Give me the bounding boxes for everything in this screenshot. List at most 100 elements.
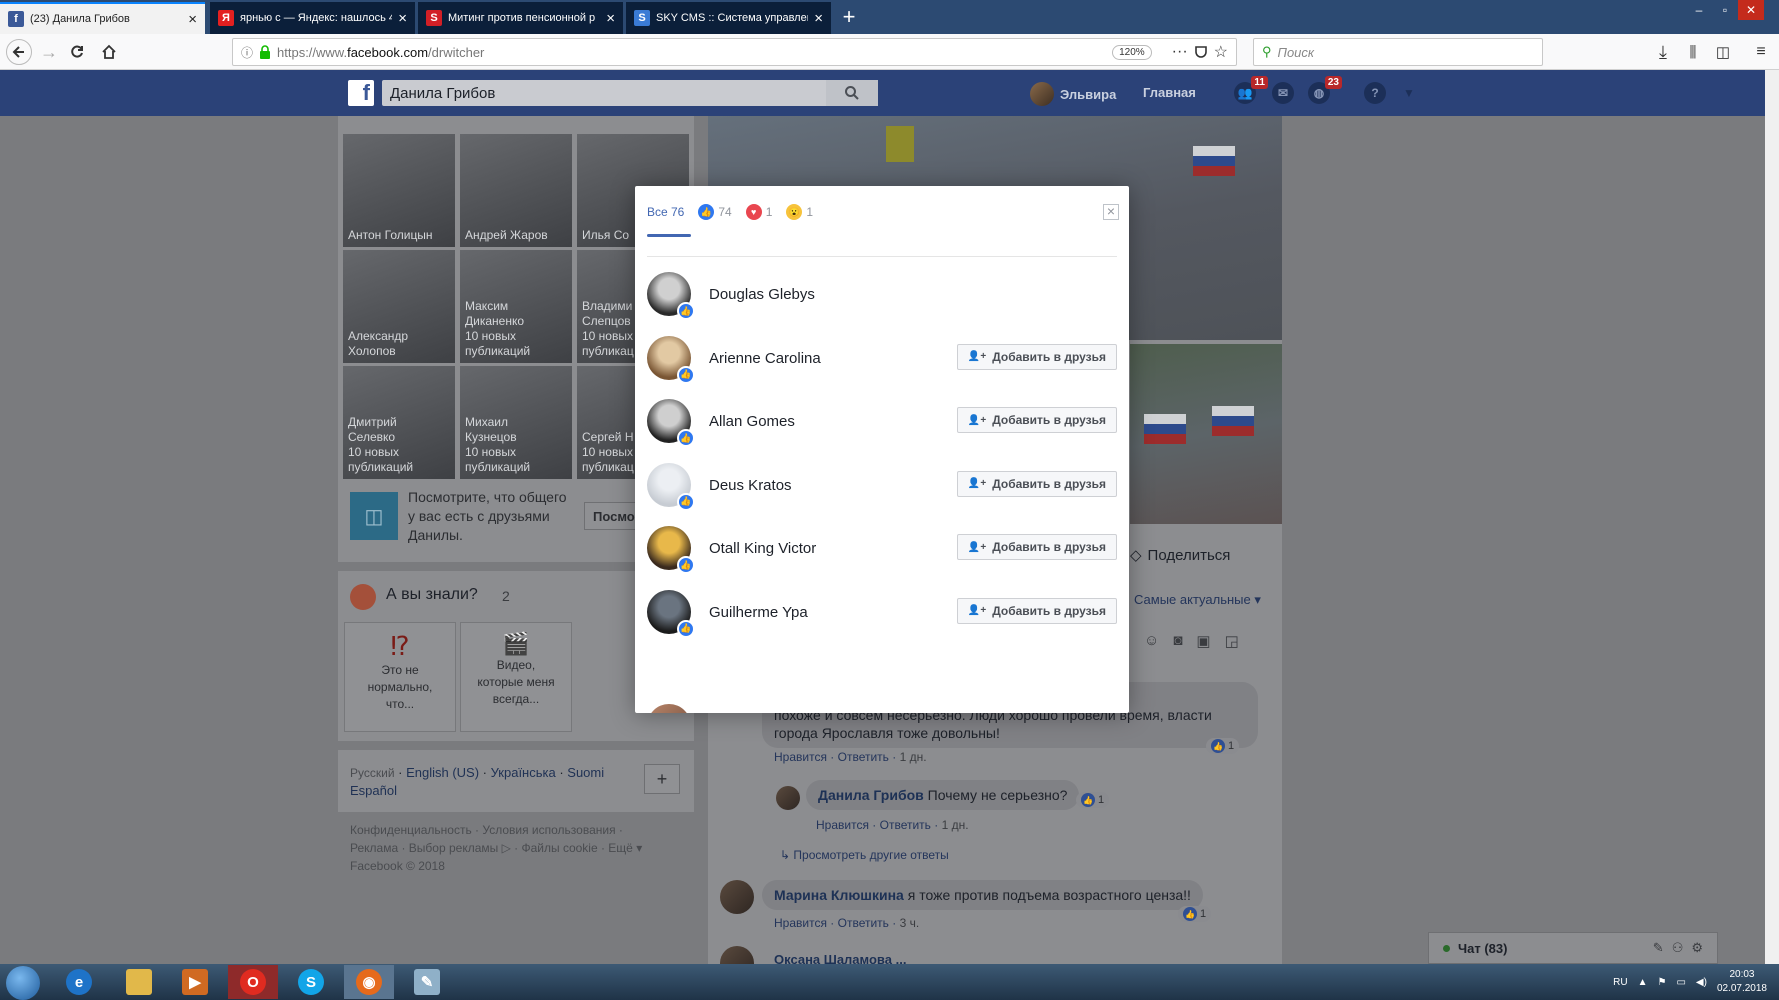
add-friend-button[interactable]: 👤+ Добавить в друзья (956, 407, 1117, 433)
tab-wow-reactions[interactable]: 😮 1 (786, 204, 813, 220)
sidebar-icon[interactable]: ◫ (1710, 39, 1736, 65)
close-tab-icon[interactable]: × (398, 11, 407, 26)
address-bar[interactable]: ⓘ https://www.facebook.com/drwitcher 120… (232, 38, 1237, 66)
reactor-name[interactable]: Douglas Glebys (709, 286, 815, 303)
like-link[interactable]: Нравится (774, 750, 827, 764)
friend-tile[interactable]: Антон Голицын (343, 134, 455, 247)
home-link[interactable]: Главная (1143, 85, 1196, 100)
minimize-icon[interactable]: – (1686, 0, 1712, 20)
close-tab-icon[interactable]: × (814, 11, 823, 26)
facebook-logo-icon[interactable]: f (348, 80, 374, 106)
reactor-name[interactable]: Allan Gomes (709, 413, 795, 430)
sticker-icon[interactable]: ◲ (1225, 632, 1239, 650)
tab-skycms[interactable]: S SKY CMS :: Система управлен × (626, 2, 831, 34)
notifications-button[interactable]: ◍ 23 (1306, 76, 1342, 106)
comment-author[interactable]: Марина Клюшкина (774, 887, 904, 903)
did-you-know-card-item[interactable]: 🎬 Видео, которые меня всегда... (460, 622, 572, 732)
reactor-name[interactable]: Otall King Victor (709, 540, 816, 557)
friend-tile[interactable]: Дмитрий Селевко 10 новых публикаций (343, 366, 455, 479)
reactor-name[interactable]: Guilherme Ypa (709, 604, 808, 621)
downloads-icon[interactable]: ⤓ (1650, 39, 1676, 65)
gif-icon[interactable]: ▣ (1196, 632, 1210, 650)
avatar[interactable] (776, 786, 800, 810)
help-button[interactable]: ? (1362, 80, 1388, 106)
reply-link[interactable]: Ответить (880, 818, 931, 832)
emoji-icon[interactable]: ☺ (1144, 632, 1159, 650)
camera-icon[interactable]: ◙ (1173, 632, 1182, 650)
volume-icon[interactable]: ◀) (1696, 977, 1707, 988)
language-link[interactable]: Español (350, 783, 397, 798)
comment-author[interactable]: Данила Грибов (818, 787, 924, 803)
avatar[interactable] (720, 880, 754, 914)
tab-love-reactions[interactable]: ♥ 1 (745, 204, 772, 220)
menu-hamburger-icon[interactable]: ≡ (1748, 39, 1774, 65)
friend-requests-button[interactable]: 👥 11 (1232, 76, 1268, 106)
new-tab-button[interactable]: + (836, 4, 862, 30)
compose-icon[interactable]: ✎ (1653, 940, 1664, 956)
facebook-search-input[interactable]: Данила Грибов (382, 80, 878, 106)
maximize-icon[interactable]: ▫ (1712, 0, 1738, 20)
library-icon[interactable]: ⫼ (1680, 39, 1706, 65)
group-icon[interactable]: ⚇ (1672, 940, 1684, 956)
friend-tile[interactable]: Андрей Жаров (460, 134, 572, 247)
friend-tile[interactable]: Александр Холопов (343, 250, 455, 363)
back-button[interactable] (6, 39, 32, 65)
network-icon[interactable]: ▭ (1676, 977, 1685, 988)
taskbar-media[interactable]: ▶ (170, 965, 220, 999)
account-menu-chevron-down-icon[interactable]: ▼ (1396, 80, 1422, 106)
add-friend-button[interactable]: 👤+ Добавить в друзья (956, 343, 1117, 370)
close-tab-icon[interactable]: × (606, 11, 615, 26)
language-link[interactable]: Suomi (567, 765, 604, 780)
input-language[interactable]: RU (1613, 977, 1627, 988)
flag-icon[interactable]: ⚑ (1657, 977, 1666, 988)
close-window-icon[interactable]: ✕ (1738, 0, 1764, 20)
site-info-icon[interactable]: ⓘ (241, 44, 253, 61)
facebook-search-button[interactable] (826, 80, 878, 106)
add-friend-button[interactable]: 👤+ Добавить в друзья (956, 470, 1117, 497)
like-link[interactable]: Нравится (816, 818, 869, 832)
tab-rally[interactable]: S Митинг против пенсионной р × (418, 2, 623, 34)
bookmark-star-icon[interactable]: ☆ (1214, 42, 1228, 62)
add-friend-button[interactable]: 👤+ Добавить в друзья (956, 597, 1117, 624)
show-hidden-icons-icon[interactable]: ▲ (1638, 977, 1648, 988)
add-friend-button[interactable]: 👤+ Добавить в друзья (956, 534, 1117, 560)
chat-bar[interactable]: Чат (83) ✎ ⚇ ⚙ (1428, 932, 1718, 964)
friend-tile[interactable]: Михаил Кузнецов 10 новых публикаций (460, 366, 572, 479)
like-link[interactable]: Нравится (774, 916, 827, 930)
profile-link[interactable]: Эльвира (1030, 82, 1116, 106)
page-scrollbar[interactable] (1765, 70, 1779, 964)
language-link[interactable]: English (US) (406, 765, 479, 780)
taskbar-skype[interactable]: S (286, 965, 336, 999)
footer-links-2[interactable]: Реклама · Выбор рекламы ▷ · Файлы cookie… (350, 840, 642, 857)
view-more-replies-link[interactable]: ↳ Просмотреть другие ответы (780, 848, 949, 862)
zoom-level-badge[interactable]: 120% (1112, 44, 1152, 60)
post-photo-2[interactable] (1130, 344, 1282, 524)
tab-all-reactions[interactable]: Все 76 (647, 205, 684, 219)
browser-search-box[interactable]: ⚲ Поиск (1253, 38, 1543, 66)
taskbar-explorer[interactable] (114, 965, 164, 999)
reply-link[interactable]: Ответить (838, 750, 889, 764)
add-language-button[interactable]: + (644, 764, 680, 794)
start-button-icon[interactable] (6, 966, 40, 1000)
taskbar-ie[interactable]: e (54, 965, 104, 999)
reload-button[interactable] (64, 39, 90, 65)
taskbar-firefox[interactable]: ◉ (344, 965, 394, 999)
taskbar-paint[interactable]: ✎ (402, 965, 452, 999)
page-actions-icon[interactable]: ··· (1172, 43, 1188, 61)
did-you-know-card-item[interactable]: ⁉ Это не нормально, что... (344, 622, 456, 732)
footer-links-1[interactable]: Конфиденциальность · Условия использован… (350, 822, 623, 839)
comment-sort-dropdown[interactable]: Самые актуальные ▾ (1134, 592, 1261, 608)
taskbar-opera[interactable]: O (228, 965, 278, 999)
forward-button[interactable]: → (36, 39, 62, 65)
reply-link[interactable]: Ответить (838, 916, 889, 930)
reactor-name[interactable]: Deus Kratos (709, 477, 792, 494)
home-button[interactable] (96, 39, 122, 65)
tab-facebook[interactable]: f (23) Данила Грибов × (0, 2, 205, 34)
close-tab-icon[interactable]: × (188, 12, 197, 27)
clock[interactable]: 20:03 02.07.2018 (1717, 968, 1767, 996)
language-link[interactable]: Українська (491, 765, 556, 780)
tab-yandex[interactable]: Я ярнью с — Яндекс: нашлось 4 × (210, 2, 415, 34)
friend-tile[interactable]: Максим Диканенко 10 новых публикаций (460, 250, 572, 363)
reactor-name[interactable]: Arienne Carolina (709, 350, 821, 367)
tab-like-reactions[interactable]: 👍 74 (698, 204, 732, 220)
